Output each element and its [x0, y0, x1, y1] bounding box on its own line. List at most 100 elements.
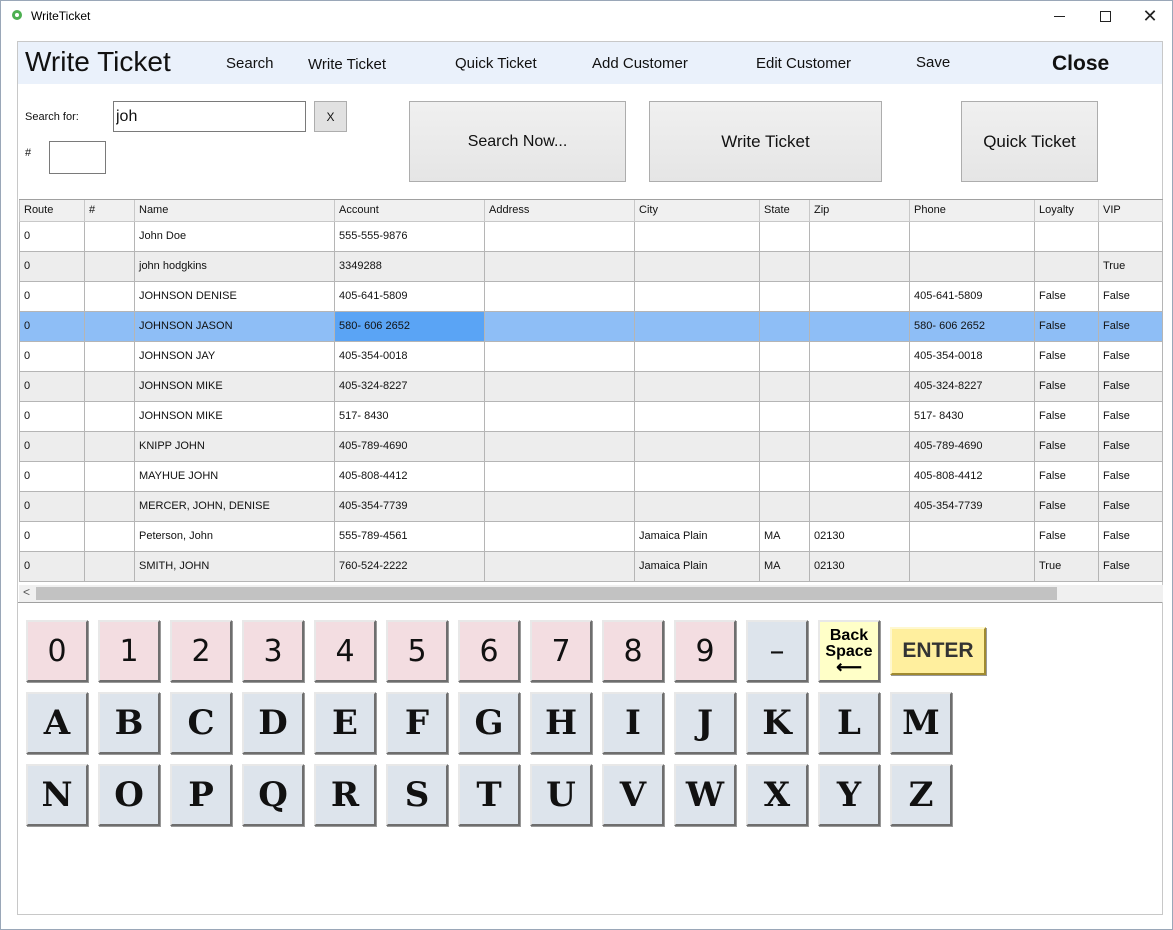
table-cell[interactable] — [84, 310, 135, 342]
table-cell[interactable]: 0 — [19, 250, 85, 282]
table-cell[interactable] — [484, 250, 635, 282]
table-cell[interactable] — [809, 220, 910, 252]
table-cell[interactable] — [809, 430, 910, 462]
table-cell[interactable] — [634, 370, 760, 402]
key-b[interactable]: B — [98, 692, 160, 754]
table-cell[interactable] — [809, 460, 910, 492]
table-cell[interactable]: 580- 606 2652 — [909, 310, 1035, 342]
table-row[interactable]: 0 Peterson, John 555-789-4561 Jamaica Plain… — [19, 520, 1163, 552]
table-cell[interactable]: 405-354-0018 — [909, 340, 1035, 372]
chevron-left-icon[interactable]: < — [23, 585, 30, 599]
key-d[interactable]: D — [242, 692, 304, 754]
table-cell[interactable]: Jamaica Plain — [634, 520, 760, 552]
table-cell[interactable]: False — [1034, 430, 1099, 462]
key-t[interactable]: T — [458, 764, 520, 826]
table-cell[interactable]: 3349288 — [334, 250, 485, 282]
table-cell[interactable] — [809, 400, 910, 432]
table-cell[interactable]: 405-641-5809 — [909, 280, 1035, 312]
table-cell[interactable]: False — [1098, 550, 1163, 582]
table-cell[interactable] — [809, 370, 910, 402]
write-ticket-button[interactable]: Write Ticket — [649, 101, 882, 182]
table-cell[interactable]: 555-555-9876 — [334, 220, 485, 252]
key-z[interactable]: Z — [890, 764, 952, 826]
table-cell[interactable]: JOHNSON MIKE — [134, 370, 335, 402]
table-cell[interactable]: 760-524-2222 — [334, 550, 485, 582]
table-cell[interactable] — [484, 280, 635, 312]
key-0[interactable]: 0 — [26, 620, 88, 682]
key-f[interactable]: F — [386, 692, 448, 754]
table-cell[interactable]: 405-324-8227 — [909, 370, 1035, 402]
column-header[interactable]: City — [634, 200, 760, 222]
table-cell[interactable]: 405-789-4690 — [909, 430, 1035, 462]
table-cell[interactable]: False — [1098, 520, 1163, 552]
table-cell[interactable] — [484, 550, 635, 582]
table-cell[interactable]: False — [1098, 490, 1163, 522]
table-cell[interactable]: 517- 8430 — [334, 400, 485, 432]
key-o[interactable]: O — [98, 764, 160, 826]
column-header[interactable]: # — [84, 200, 135, 222]
table-cell[interactable]: 0 — [19, 340, 85, 372]
table-cell[interactable]: 555-789-4561 — [334, 520, 485, 552]
menu-add-customer[interactable]: Add Customer — [592, 55, 688, 72]
table-cell[interactable] — [1098, 220, 1163, 252]
table-cell[interactable]: 405-324-8227 — [334, 370, 485, 402]
horizontal-scrollbar[interactable]: < — [19, 585, 1163, 602]
menu-quick-ticket[interactable]: Quick Ticket — [455, 55, 537, 72]
key-u[interactable]: U — [530, 764, 592, 826]
table-cell[interactable]: 0 — [19, 220, 85, 252]
table-cell[interactable] — [1034, 220, 1099, 252]
column-header[interactable]: Loyalty — [1034, 200, 1099, 222]
table-cell[interactable] — [84, 490, 135, 522]
table-cell[interactable] — [484, 310, 635, 342]
table-row[interactable]: 0 JOHNSON JASON 580- 606 2652 580- 606 2652… — [19, 310, 1163, 342]
clear-search-button[interactable]: X — [314, 101, 347, 132]
key-r[interactable]: R — [314, 764, 376, 826]
table-cell[interactable] — [84, 280, 135, 312]
key-n[interactable]: N — [26, 764, 88, 826]
table-cell[interactable]: True — [1098, 250, 1163, 282]
table-row[interactable]: 0 KNIPP JOHN 405-789-4690 405-789-4690 False… — [19, 430, 1163, 462]
table-cell[interactable] — [84, 400, 135, 432]
table-cell[interactable] — [634, 310, 760, 342]
table-cell[interactable] — [759, 460, 810, 492]
column-header[interactable]: Route — [19, 200, 85, 222]
key-8[interactable]: 8 — [602, 620, 664, 682]
table-cell[interactable] — [484, 490, 635, 522]
table-cell[interactable]: Jamaica Plain — [634, 550, 760, 582]
table-cell[interactable]: False — [1034, 370, 1099, 402]
table-cell[interactable] — [484, 400, 635, 432]
key-6[interactable]: 6 — [458, 620, 520, 682]
enter-button[interactable]: ENTER — [890, 627, 986, 675]
table-cell[interactable]: 0 — [19, 370, 85, 402]
table-cell[interactable]: False — [1098, 340, 1163, 372]
key-1[interactable]: 1 — [98, 620, 160, 682]
table-cell[interactable]: John Doe — [134, 220, 335, 252]
key-4[interactable]: 4 — [314, 620, 376, 682]
search-now-button[interactable]: Search Now... — [409, 101, 626, 182]
table-cell[interactable] — [759, 220, 810, 252]
table-cell[interactable] — [484, 220, 635, 252]
key-3[interactable]: 3 — [242, 620, 304, 682]
table-cell[interactable]: 0 — [19, 310, 85, 342]
table-cell[interactable]: False — [1098, 370, 1163, 402]
key-l[interactable]: L — [818, 692, 880, 754]
table-cell[interactable] — [634, 490, 760, 522]
column-header[interactable]: Name — [134, 200, 335, 222]
table-cell[interactable]: 405-354-7739 — [334, 490, 485, 522]
table-row[interactable]: 0 SMITH, JOHN 760-524-2222 Jamaica Plain MA 0… — [19, 550, 1163, 582]
table-cell[interactable]: 02130 — [809, 520, 910, 552]
table-cell[interactable] — [909, 550, 1035, 582]
table-cell[interactable] — [759, 310, 810, 342]
table-cell[interactable]: False — [1098, 460, 1163, 492]
table-cell[interactable] — [634, 280, 760, 312]
table-cell[interactable] — [84, 250, 135, 282]
key-5[interactable]: 5 — [386, 620, 448, 682]
table-cell[interactable]: JOHNSON JASON — [134, 310, 335, 342]
table-cell[interactable]: False — [1098, 430, 1163, 462]
table-cell[interactable]: False — [1098, 310, 1163, 342]
table-cell[interactable] — [909, 250, 1035, 282]
table-cell[interactable] — [634, 430, 760, 462]
table-cell[interactable]: 405-808-4412 — [909, 460, 1035, 492]
table-cell[interactable]: True — [1034, 550, 1099, 582]
table-cell[interactable]: False — [1034, 460, 1099, 492]
